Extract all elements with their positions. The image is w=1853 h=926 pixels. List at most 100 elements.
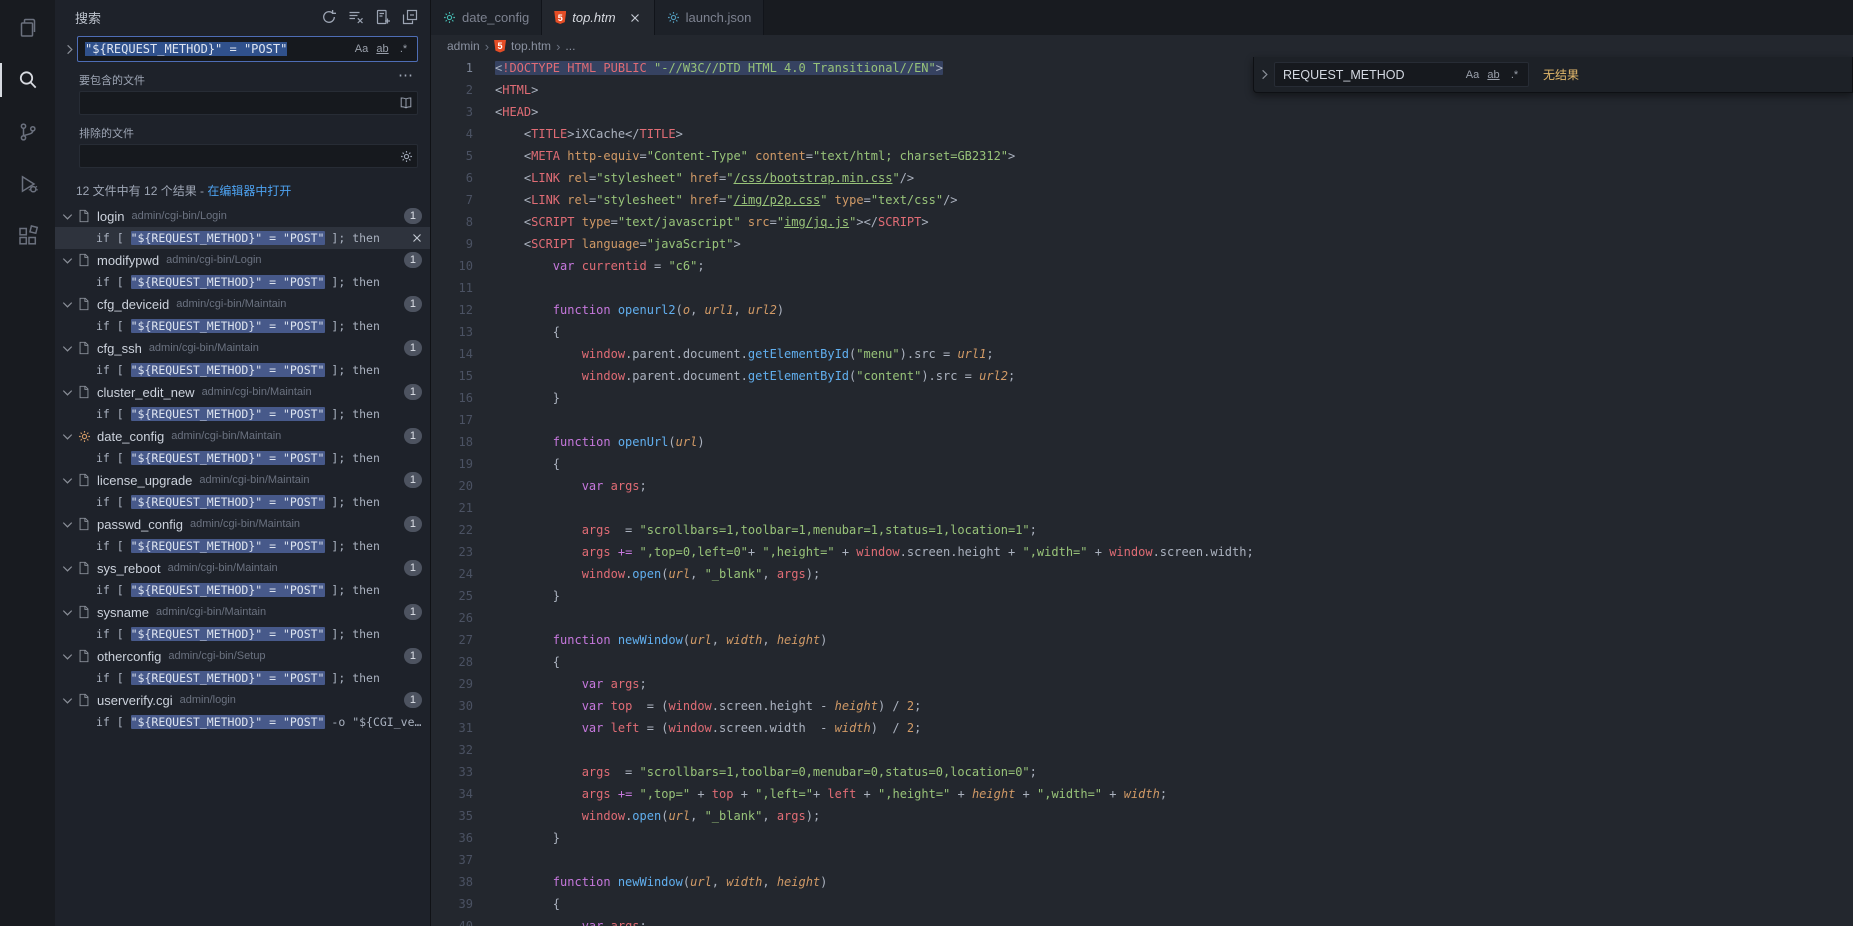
code-line[interactable]: 16 }	[431, 387, 1853, 409]
code-line[interactable]: 32	[431, 739, 1853, 761]
activity-item-extensions[interactable]	[0, 210, 55, 262]
code-line[interactable]: 38 function newWindow(url, width, height…	[431, 871, 1853, 893]
code-line[interactable]: 29 var args;	[431, 673, 1853, 695]
tab-top.htm[interactable]: 5top.htm	[542, 0, 654, 35]
code-line[interactable]: 30 var top = (window.screen.height - hei…	[431, 695, 1853, 717]
code-line[interactable]: 33 args = "scrollbars=1,toolbar=0,menuba…	[431, 761, 1853, 783]
result-match-row[interactable]: if [ "${REQUEST_METHOD}" = "POST" ]; the…	[55, 491, 430, 513]
code-line[interactable]: 18 function openUrl(url)	[431, 431, 1853, 453]
chevron-down-icon[interactable]	[59, 648, 75, 664]
chevron-down-icon[interactable]	[59, 604, 75, 620]
code-line[interactable]: 15 window.parent.document.getElementById…	[431, 365, 1853, 387]
code-line[interactable]: 13 {	[431, 321, 1853, 343]
activity-item-search[interactable]	[0, 54, 55, 106]
code-line[interactable]: 8 <SCRIPT type="text/javascript" src="im…	[431, 211, 1853, 233]
result-file-row[interactable]: cfg_deviceidadmin/cgi-bin/Maintain1	[55, 293, 430, 315]
result-file-row[interactable]: cluster_edit_newadmin/cgi-bin/Maintain1	[55, 381, 430, 403]
chevron-down-icon[interactable]	[59, 428, 75, 444]
result-file-row[interactable]: otherconfigadmin/cgi-bin/Setup1	[55, 645, 430, 667]
code-line[interactable]: 35 window.open(url, "_blank", args);	[431, 805, 1853, 827]
code-line[interactable]: 9 <SCRIPT language="javaScript">	[431, 233, 1853, 255]
code-line[interactable]: 14 window.parent.document.getElementById…	[431, 343, 1853, 365]
result-file-row[interactable]: modifypwdadmin/cgi-bin/Login1	[55, 249, 430, 271]
code-line[interactable]: 17	[431, 409, 1853, 431]
toggle-replace-button[interactable]	[61, 36, 77, 62]
code-line[interactable]: 6 <LINK rel="stylesheet" href="/css/boot…	[431, 167, 1853, 189]
result-match-row[interactable]: if [ "${REQUEST_METHOD}" = "POST" ]; the…	[55, 667, 430, 689]
code-line[interactable]: 4 <TITLE>iXCache</TITLE>	[431, 123, 1853, 145]
open-in-editor-link[interactable]: 在编辑器中打开	[207, 184, 291, 198]
code-line[interactable]: 34 args += ",top=" + top + ",left="+ lef…	[431, 783, 1853, 805]
activity-item-run-debug[interactable]	[0, 158, 55, 210]
chevron-down-icon[interactable]	[59, 560, 75, 576]
code-line[interactable]: 40 var args;	[431, 915, 1853, 926]
result-match-row[interactable]: if [ "${REQUEST_METHOD}" = "POST" ]; the…	[55, 579, 430, 601]
toggle-search-details-button[interactable]: ⋯	[398, 66, 414, 84]
chevron-down-icon[interactable]	[59, 252, 75, 268]
result-match-row[interactable]: if [ "${REQUEST_METHOD}" = "POST" ]; the…	[55, 271, 430, 293]
result-match-row[interactable]: if [ "${REQUEST_METHOD}" = "POST" ]; the…	[55, 227, 430, 249]
result-match-row[interactable]: if [ "${REQUEST_METHOD}" = "POST" ]; the…	[55, 315, 430, 337]
code-line[interactable]: 31 var left = (window.screen.width - wid…	[431, 717, 1853, 739]
match-case-toggle[interactable]: Aa	[352, 40, 371, 59]
files-include-input[interactable]	[79, 91, 418, 115]
chevron-down-icon[interactable]	[59, 472, 75, 488]
refresh-button[interactable]	[317, 5, 341, 29]
match-case-toggle[interactable]: Aa	[1463, 65, 1482, 84]
search-input[interactable]: "${REQUEST_METHOD}" = "POST" Aa ab .*	[77, 36, 418, 62]
chevron-down-icon[interactable]	[59, 296, 75, 312]
code-line[interactable]: 39 {	[431, 893, 1853, 915]
result-file-row[interactable]: date_configadmin/cgi-bin/Maintain1	[55, 425, 430, 447]
chevron-down-icon[interactable]	[59, 208, 75, 224]
whole-word-toggle[interactable]: ab	[1484, 65, 1503, 84]
regex-toggle[interactable]: .*	[1505, 65, 1524, 84]
code-line[interactable]: 21	[431, 497, 1853, 519]
result-file-row[interactable]: license_upgradeadmin/cgi-bin/Maintain1	[55, 469, 430, 491]
collapse-all-button[interactable]	[398, 5, 422, 29]
code-line[interactable]: 11	[431, 277, 1853, 299]
result-file-row[interactable]: sysnameadmin/cgi-bin/Maintain1	[55, 601, 430, 623]
breadcrumb-item[interactable]: ...	[565, 39, 575, 53]
code-line[interactable]: 27 function newWindow(url, width, height…	[431, 629, 1853, 651]
close-icon[interactable]	[410, 231, 424, 245]
code-line[interactable]: 22 args = "scrollbars=1,toolbar=1,menuba…	[431, 519, 1853, 541]
gear-icon[interactable]	[400, 150, 413, 163]
code-line[interactable]: 26	[431, 607, 1853, 629]
tab-launch.json[interactable]: launch.json	[655, 0, 765, 35]
activity-item-source-control[interactable]	[0, 106, 55, 158]
code-line[interactable]: 24 window.open(url, "_blank", args);	[431, 563, 1853, 585]
breadcrumb-item[interactable]: 5top.htm	[494, 39, 551, 53]
find-input[interactable]: REQUEST_METHOD Aa ab .*	[1274, 62, 1529, 87]
code-line[interactable]: 7 <LINK rel="stylesheet" href="/img/p2p.…	[431, 189, 1853, 211]
files-exclude-input[interactable]	[79, 144, 418, 168]
result-match-row[interactable]: if [ "${REQUEST_METHOD}" = "POST" -o "${…	[55, 711, 430, 733]
code-line[interactable]: 5 <META http-equiv="Content-Type" conten…	[431, 145, 1853, 167]
chevron-down-icon[interactable]	[59, 692, 75, 708]
code-line[interactable]: 19 {	[431, 453, 1853, 475]
toggle-replace-button[interactable]	[1254, 57, 1274, 92]
open-new-search-editor-button[interactable]	[371, 5, 395, 29]
code-line[interactable]: 23 args += ",top=0,left=0"+ ",height=" +…	[431, 541, 1853, 563]
result-file-row[interactable]: sys_rebootadmin/cgi-bin/Maintain1	[55, 557, 430, 579]
code-line[interactable]: 28 {	[431, 651, 1853, 673]
result-match-row[interactable]: if [ "${REQUEST_METHOD}" = "POST" ]; the…	[55, 403, 430, 425]
code-line[interactable]: 12 function openurl2(o, url1, url2)	[431, 299, 1853, 321]
tab-date_config[interactable]: date_config	[431, 0, 542, 35]
code-line[interactable]: 20 var args;	[431, 475, 1853, 497]
code-line[interactable]: 3<HEAD>	[431, 101, 1853, 123]
result-file-row[interactable]: passwd_configadmin/cgi-bin/Maintain1	[55, 513, 430, 535]
regex-toggle[interactable]: .*	[394, 40, 413, 59]
chevron-down-icon[interactable]	[59, 340, 75, 356]
clear-search-results-button[interactable]	[344, 5, 368, 29]
whole-word-toggle[interactable]: ab	[373, 40, 392, 59]
result-file-row[interactable]: cfg_sshadmin/cgi-bin/Maintain1	[55, 337, 430, 359]
result-match-row[interactable]: if [ "${REQUEST_METHOD}" = "POST" ]; the…	[55, 447, 430, 469]
code-line[interactable]: 37	[431, 849, 1853, 871]
result-file-row[interactable]: loginadmin/cgi-bin/Login1	[55, 205, 430, 227]
book-icon[interactable]	[399, 96, 413, 110]
code-line[interactable]: 36 }	[431, 827, 1853, 849]
result-match-row[interactable]: if [ "${REQUEST_METHOD}" = "POST" ]; the…	[55, 623, 430, 645]
code-line[interactable]: 10 var currentid = "c6";	[431, 255, 1853, 277]
code-line[interactable]: 25 }	[431, 585, 1853, 607]
result-file-row[interactable]: userverify.cgiadmin/login1	[55, 689, 430, 711]
